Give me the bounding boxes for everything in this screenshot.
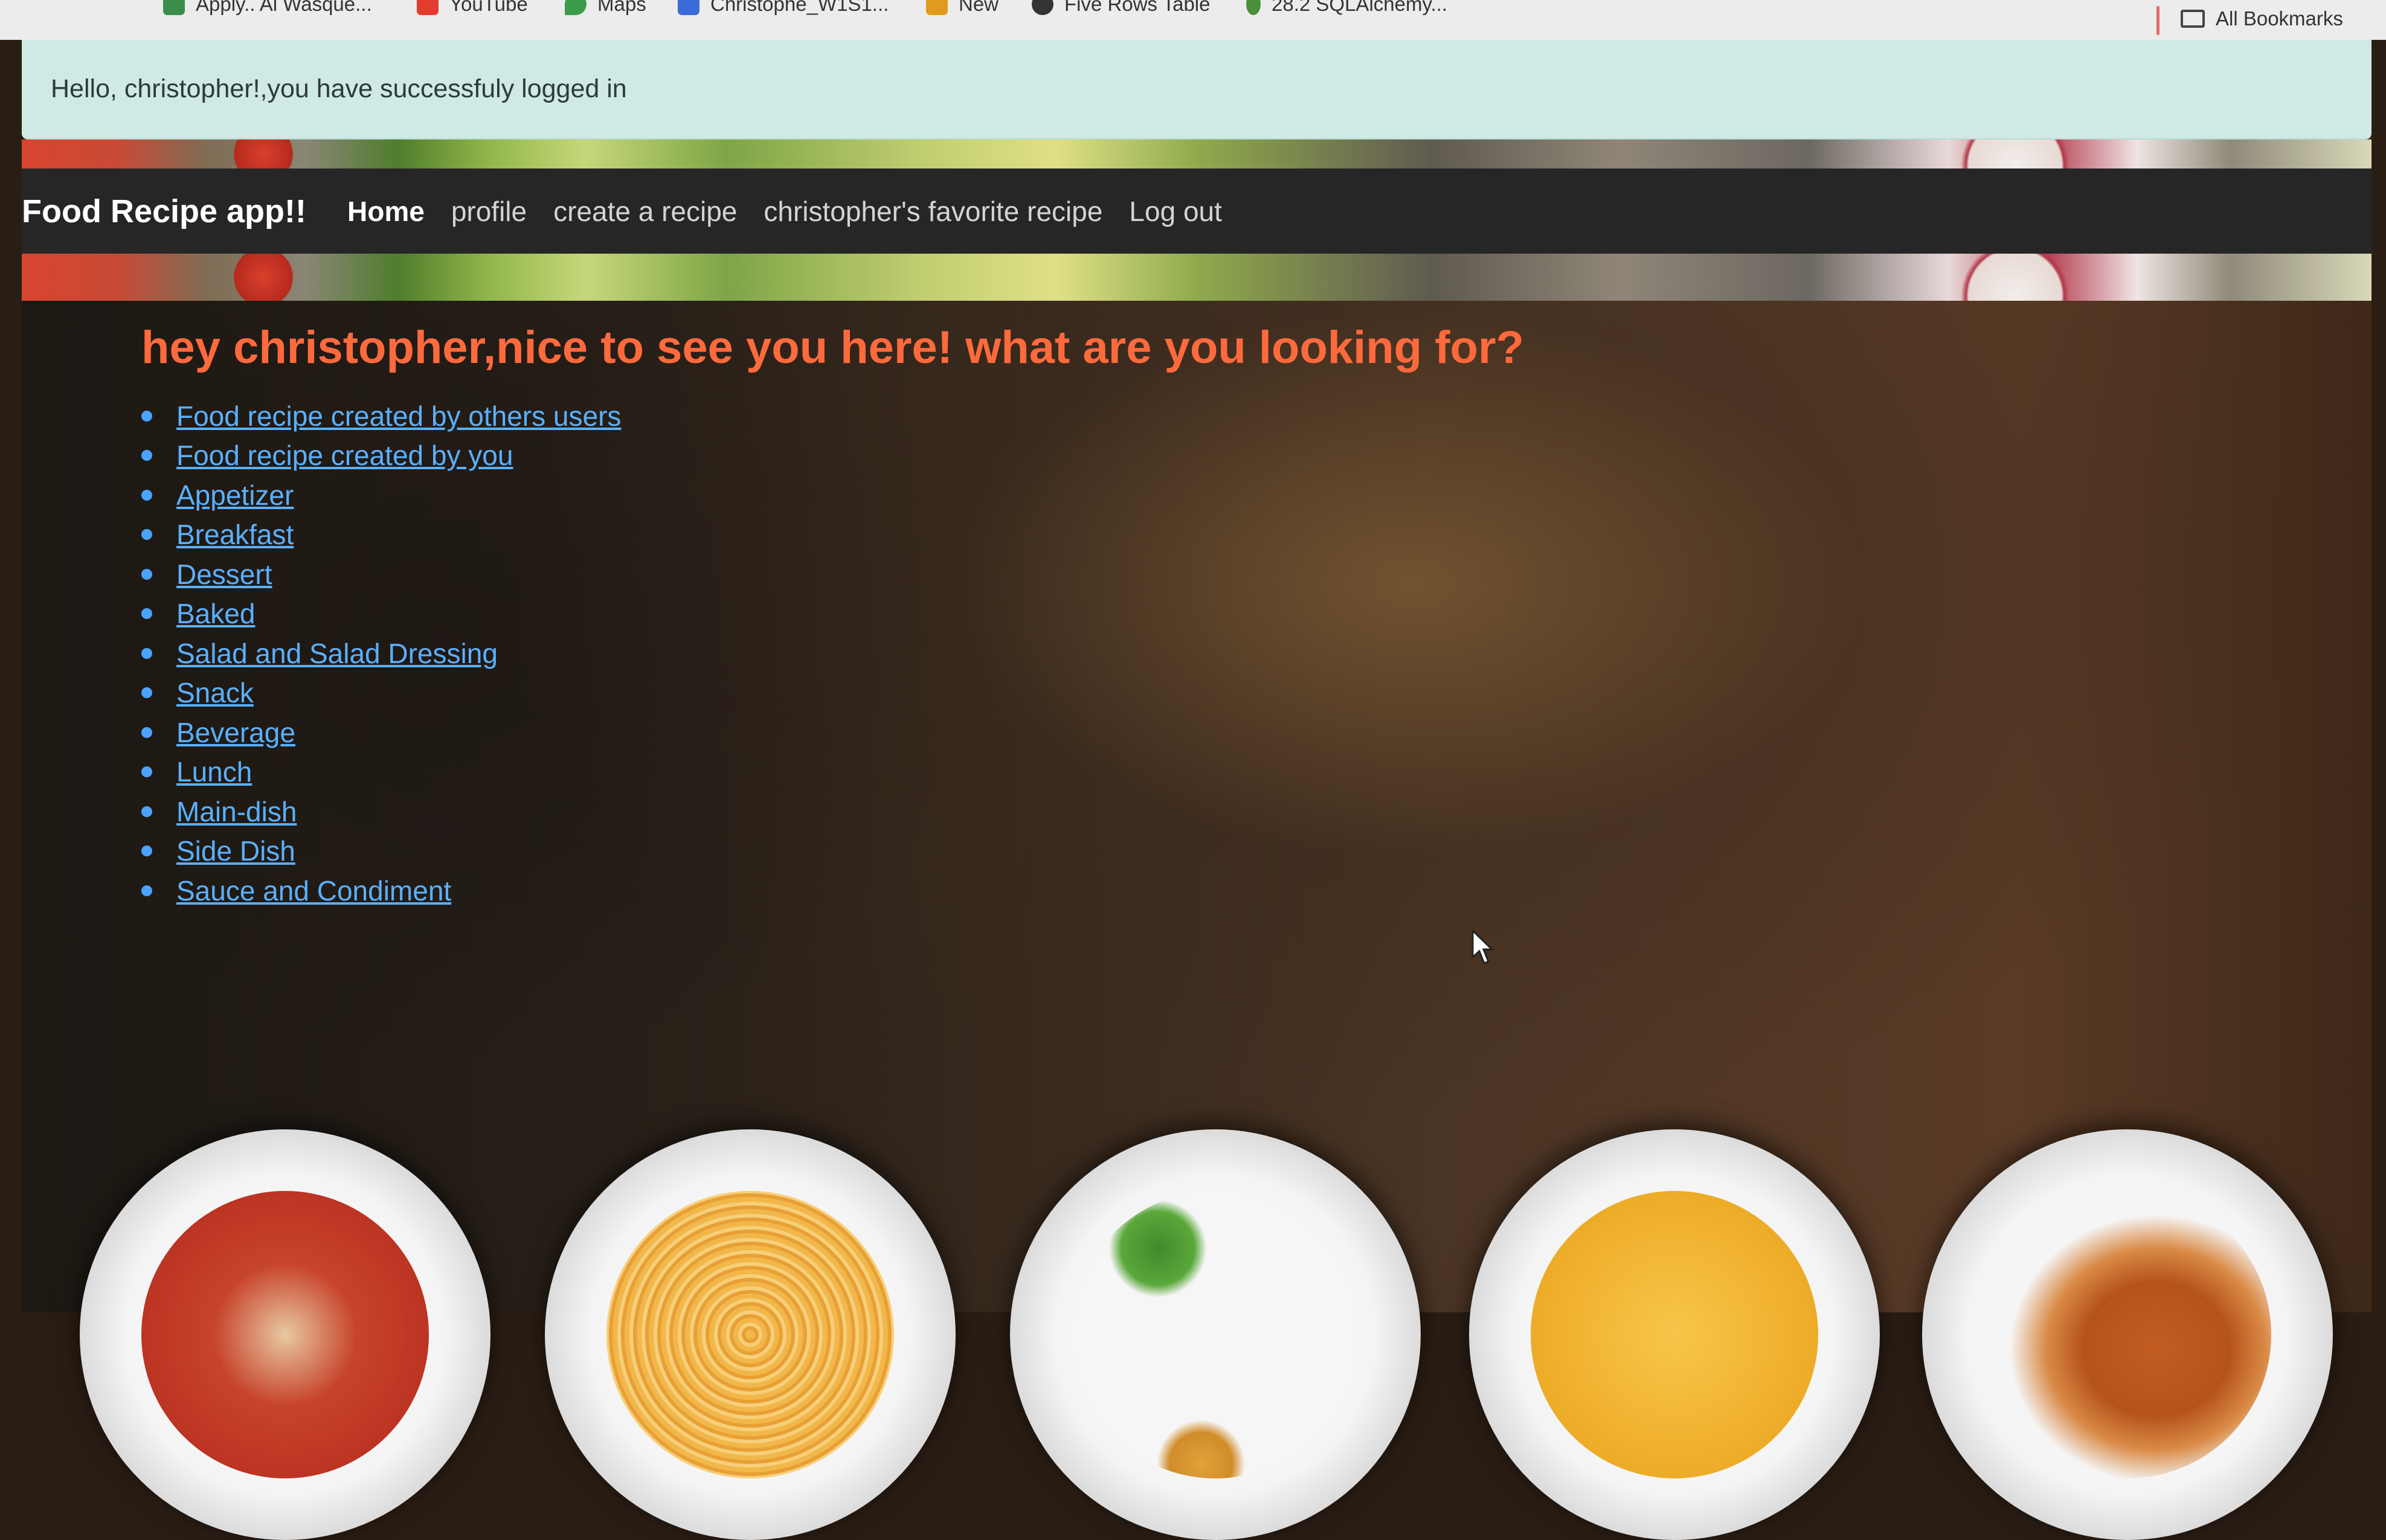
mouse-cursor-icon — [1471, 929, 1494, 964]
all-bookmarks-label: All Bookmarks — [2216, 7, 2343, 30]
food-image — [1984, 1191, 2271, 1478]
bullet-icon — [141, 727, 152, 738]
maps-icon — [565, 0, 587, 15]
docs-icon — [678, 0, 699, 15]
food-image — [1072, 1191, 1359, 1478]
category-list-item: Appetizer — [141, 475, 621, 515]
globe-icon — [1032, 0, 1053, 15]
nav-log-out[interactable]: Log out — [1129, 195, 1221, 228]
bookmark-item[interactable]: Five Rows Table — [1032, 0, 1211, 16]
category-link[interactable]: Food recipe created by you — [176, 439, 513, 472]
bullet-icon — [141, 687, 152, 699]
folder-icon — [2181, 10, 2205, 28]
category-link[interactable]: Dessert — [176, 558, 272, 591]
bullet-icon — [141, 568, 152, 580]
bullet-icon — [141, 529, 152, 541]
nav-profile[interactable]: profile — [451, 195, 527, 228]
all-bookmarks-button[interactable]: All Bookmarks — [2181, 7, 2343, 30]
category-list-item: Sauce and Condiment — [141, 871, 621, 911]
yellow-soup-plate — [1469, 1129, 1880, 1540]
category-link[interactable]: Beverage — [176, 716, 295, 749]
bookmark-label: New — [959, 0, 999, 15]
nav-home[interactable]: Home — [347, 195, 425, 228]
category-list-item: Food recipe created by others users — [141, 396, 621, 436]
flash-message-text: Hello, christopher!,you have successfuly… — [51, 74, 627, 103]
category-link[interactable]: Salad and Salad Dressing — [176, 637, 498, 670]
youtube-icon — [417, 0, 439, 15]
brand-title[interactable]: Food Recipe app!! — [22, 193, 306, 230]
category-list-item: Baked — [141, 594, 621, 634]
bullet-icon — [141, 885, 152, 896]
page-body: Hello, christopher!,you have successfuly… — [22, 40, 2372, 1540]
croissant-plate — [1922, 1129, 2333, 1540]
category-list-item: Beverage — [141, 713, 621, 752]
category-link[interactable]: Lunch — [176, 756, 252, 788]
category-list-item: Salad and Salad Dressing — [141, 634, 621, 673]
category-link[interactable]: Appetizer — [176, 479, 294, 512]
new-icon — [926, 0, 948, 15]
basil-dish-plate — [1010, 1129, 1421, 1540]
category-list-item: Main-dish — [141, 792, 621, 832]
bookmark-label: YouTube — [449, 0, 528, 15]
category-list-item: Lunch — [141, 752, 621, 792]
category-list-item: Side Dish — [141, 832, 621, 871]
bullet-icon — [141, 647, 152, 659]
food-image — [141, 1191, 429, 1478]
category-link[interactable]: Food recipe created by others users — [176, 400, 621, 432]
bullet-icon — [141, 489, 152, 501]
category-link[interactable]: Snack — [176, 676, 254, 709]
bookmark-label: Maps — [597, 0, 646, 15]
food-image — [1531, 1191, 1818, 1478]
category-link[interactable]: Breakfast — [176, 518, 294, 551]
page-greeting: hey christopher,nice to see you here! wh… — [141, 322, 1524, 373]
bookmark-label: Christophe_W1S1... — [710, 0, 889, 15]
nav-create-recipe[interactable]: create a recipe — [553, 195, 737, 228]
category-list-item: Snack — [141, 673, 621, 713]
bookmark-label: Five Rows Table — [1064, 0, 1211, 15]
bullet-icon — [141, 410, 152, 422]
bookmark-item[interactable]: 28.2 SQLAlchemy... — [1246, 0, 1447, 16]
category-link[interactable]: Main-dish — [176, 795, 297, 828]
food-image — [606, 1191, 894, 1478]
bullet-icon — [141, 845, 152, 857]
category-link[interactable]: Side Dish — [176, 835, 295, 867]
banner-image-bottom — [22, 254, 2372, 301]
banner-image-top — [22, 140, 2372, 168]
bookmarks-bar: Apply.. Al Wasque... YouTube Maps Christ… — [0, 0, 2386, 40]
bullet-icon — [141, 608, 152, 620]
navbar: Food Recipe app!! Home profile create a … — [22, 168, 2372, 254]
bookmark-item[interactable]: Christophe_W1S1... — [678, 0, 889, 16]
category-list-item: Food recipe created by you — [141, 436, 621, 476]
category-list-item: Dessert — [141, 554, 621, 594]
category-list: Food recipe created by others users Food … — [141, 396, 621, 911]
tomato-soup-plate — [80, 1129, 490, 1540]
bookmark-item[interactable]: Apply.. Al Wasque... — [163, 0, 372, 16]
bookmark-label: Apply.. Al Wasque... — [196, 0, 372, 15]
flash-message: Hello, christopher!,you have successfuly… — [22, 40, 2372, 140]
bookmark-label: 28.2 SQLAlchemy... — [1272, 0, 1448, 15]
bookmark-item[interactable]: YouTube — [417, 0, 528, 16]
nav-links: Home profile create a recipe christopher… — [347, 195, 1249, 228]
bookmark-favicon-icon — [1246, 0, 1261, 15]
bookmark-item[interactable]: New — [926, 0, 998, 16]
bullet-icon — [141, 450, 152, 461]
category-link[interactable]: Sauce and Condiment — [176, 874, 451, 907]
bookmark-item[interactable]: Maps — [565, 0, 646, 16]
category-link[interactable]: Baked — [176, 597, 255, 630]
category-list-item: Breakfast — [141, 515, 621, 555]
bookmark-favicon-icon — [163, 0, 185, 15]
nav-favorite-recipe[interactable]: christopher's favorite recipe — [764, 195, 1102, 228]
pasta-plate — [545, 1129, 956, 1540]
bullet-icon — [141, 806, 152, 817]
bullet-icon — [141, 766, 152, 778]
bookmarks-separator — [2156, 6, 2159, 35]
